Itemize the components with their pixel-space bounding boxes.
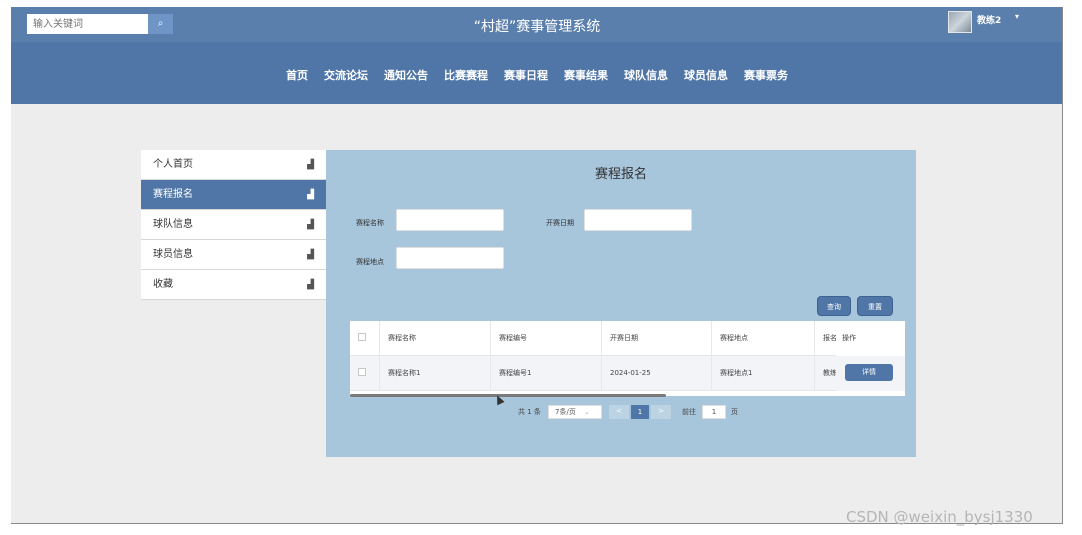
goto-label: 前往 (682, 408, 696, 416)
column-header: 报名 (823, 334, 837, 342)
sidebar-item-label: 球员信息 (153, 249, 193, 260)
sidebar-item-label: 球队信息 (153, 219, 193, 230)
home-icon: ▟ (307, 220, 314, 230)
page-size-value: 7条/页 (555, 408, 576, 416)
next-page-button[interactable]: > (651, 405, 671, 419)
table-scrollbar[interactable] (350, 394, 666, 397)
table-row: 赛程名称1 赛程编号1 2024-01-25 赛程地点1 教练2 详情 (350, 356, 905, 391)
cell-signup: 教练2 (823, 369, 838, 377)
nav-item-results[interactable]: 赛事结果 (556, 67, 616, 83)
query-button[interactable]: 查询 (817, 296, 851, 316)
sidebar-item-signup[interactable]: 赛程报名 ▟ (141, 180, 326, 210)
column-header: 赛程地点 (712, 321, 815, 356)
sidebar-item-home[interactable]: 个人首页 ▟ (141, 150, 326, 180)
nav-item-tickets[interactable]: 赛事票务 (736, 67, 796, 83)
filter-date-input[interactable] (584, 209, 692, 231)
schedule-table: 赛程名称 赛程编号 开赛日期 赛程地点 报名 操作 赛程名称1 赛程编号1 20… (350, 321, 905, 396)
nav-item-players[interactable]: 球员信息 (676, 67, 736, 83)
pagination: 共 1 条 7条/页 ⌄ < 1 > 前往 1 页 (326, 402, 916, 422)
page-title: 赛程报名 (594, 167, 647, 182)
goto-page-input[interactable]: 1 (702, 405, 726, 419)
sidebar-item-label: 收藏 (153, 279, 173, 290)
filter-name-label: 赛程名称 (356, 219, 384, 227)
nav-item-home[interactable]: 首页 (278, 67, 316, 83)
column-header: 操作 (836, 321, 905, 356)
content-panel: 赛程报名 赛程名称 开赛日期 赛程地点 查询 重置 赛程名称 赛程编号 开赛日期… (326, 150, 916, 457)
cell-date: 2024-01-25 (602, 356, 712, 391)
nav-item-event-calendar[interactable]: 赛事日程 (496, 67, 556, 83)
sidebar-item-label: 赛程报名 (153, 189, 193, 200)
select-all-checkbox[interactable] (358, 333, 366, 341)
nav-item-teams[interactable]: 球队信息 (616, 67, 676, 83)
main-nav: 首页 交流论坛 通知公告 比赛赛程 赛事日程 赛事结果 球队信息 球员信息 赛事… (11, 42, 1062, 104)
sidebar-item-favorites[interactable]: 收藏 ▟ (141, 270, 326, 300)
header-checkbox-cell (350, 321, 380, 356)
sidebar: 个人首页 ▟ 赛程报名 ▟ 球队信息 ▟ 球员信息 ▟ 收藏 ▟ (141, 150, 326, 300)
row-checkbox-cell (350, 356, 380, 391)
browser-page: ⌕ “村超”赛事管理系统 教练2 ▾ 首页 交流论坛 通知公告 比赛赛程 赛事日… (11, 7, 1063, 524)
column-header: 开赛日期 (602, 321, 712, 356)
sidebar-item-label: 个人首页 (153, 159, 193, 170)
cell-name: 赛程名称1 (380, 356, 491, 391)
user-name[interactable]: 教练2 (977, 13, 1001, 26)
cell-location: 赛程地点1 (712, 356, 815, 391)
watermark: CSDN @weixin_bysj1330 (846, 508, 1033, 526)
chevron-down-icon[interactable]: ▾ (1015, 12, 1019, 21)
row-checkbox[interactable] (358, 368, 366, 376)
filter-location-label: 赛程地点 (356, 258, 384, 266)
current-page[interactable]: 1 (631, 405, 649, 419)
column-header: 赛程名称 (380, 321, 491, 356)
page-suffix: 页 (731, 408, 738, 416)
detail-button[interactable]: 详情 (845, 364, 893, 381)
cell-code: 赛程编号1 (491, 356, 602, 391)
filter-location-input[interactable] (396, 247, 504, 269)
home-icon: ▟ (307, 250, 314, 260)
chevron-down-icon: ⌄ (583, 408, 590, 416)
page-size-select[interactable]: 7条/页 ⌄ (548, 405, 602, 419)
pager-total: 共 1 条 (518, 408, 541, 416)
nav-item-notice[interactable]: 通知公告 (376, 67, 436, 83)
column-header: 赛程编号 (491, 321, 602, 356)
prev-page-button[interactable]: < (609, 405, 629, 419)
home-icon: ▟ (307, 280, 314, 290)
top-bar: ⌕ “村超”赛事管理系统 教练2 ▾ (11, 7, 1062, 42)
nav-item-forum[interactable]: 交流论坛 (316, 67, 376, 83)
home-icon: ▟ (307, 190, 314, 200)
sidebar-item-teams[interactable]: 球队信息 ▟ (141, 210, 326, 240)
nav-list: 首页 交流论坛 通知公告 比赛赛程 赛事日程 赛事结果 球队信息 球员信息 赛事… (11, 67, 1062, 83)
nav-item-schedule[interactable]: 比赛赛程 (436, 67, 496, 83)
sidebar-item-players[interactable]: 球员信息 ▟ (141, 240, 326, 270)
reset-button[interactable]: 重置 (857, 296, 893, 316)
filter-date-label: 开赛日期 (546, 219, 574, 227)
avatar[interactable] (948, 11, 972, 33)
table-header-row: 赛程名称 赛程编号 开赛日期 赛程地点 报名 操作 (350, 321, 905, 356)
home-icon: ▟ (307, 160, 314, 170)
filter-name-input[interactable] (396, 209, 504, 231)
site-title: “村超”赛事管理系统 (473, 19, 601, 35)
